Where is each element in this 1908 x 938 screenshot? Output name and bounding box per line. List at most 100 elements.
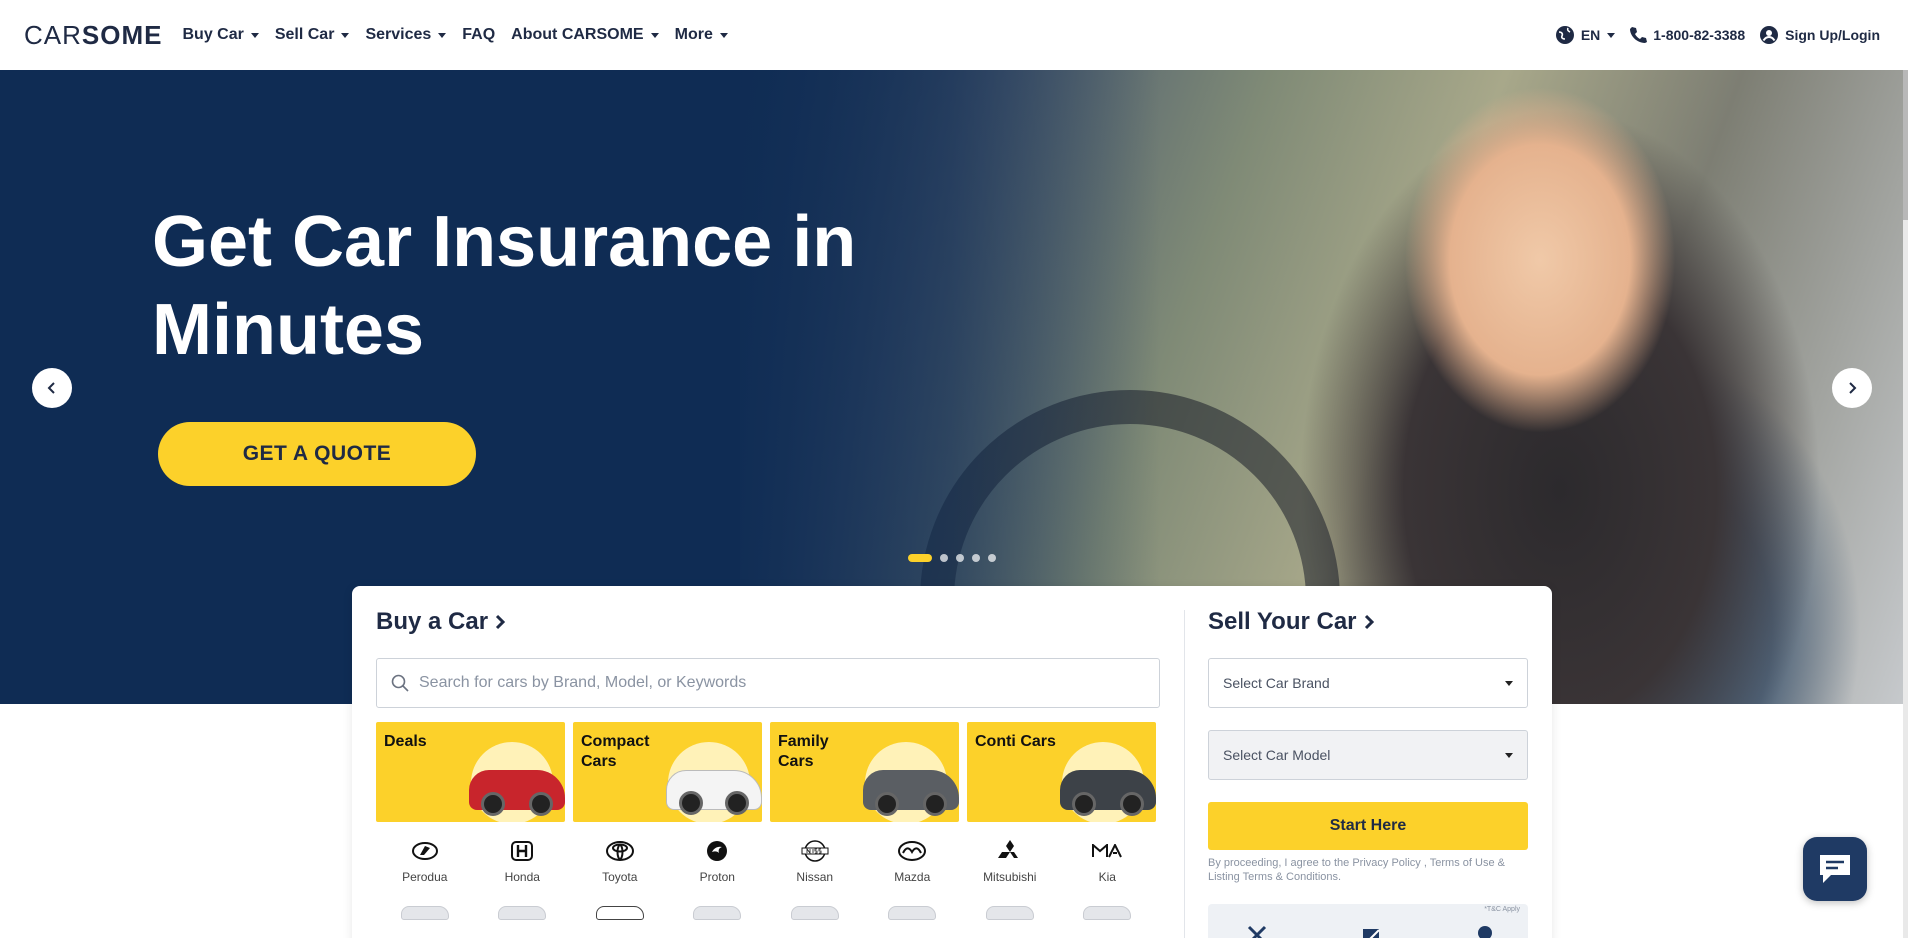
nav-buy-car[interactable]: Buy Car — [182, 26, 259, 44]
car-brand-select-value: Select Car Brand — [1223, 675, 1330, 691]
brand-name: Kia — [1098, 870, 1116, 884]
chevron-down-icon — [650, 32, 659, 38]
sell-your-car-link[interactable]: Sell Your Car — [1208, 608, 1528, 636]
chevron-down-icon — [438, 32, 447, 38]
car-model-thumbnail[interactable] — [766, 906, 864, 920]
category-label: Compact Cars — [581, 733, 650, 770]
chevron-down-icon — [341, 32, 350, 38]
login-label: Sign Up/Login — [1785, 27, 1880, 43]
carousel-dot-4[interactable] — [972, 554, 980, 562]
brand-proton[interactable]: Proton — [669, 840, 767, 884]
buy-car-panel: Buy a Car Deals Compact Cars Family Cars — [376, 608, 1160, 920]
chevron-down-icon — [1607, 32, 1616, 38]
honda-icon — [507, 840, 537, 862]
search-icon — [391, 674, 409, 692]
carousel-dot-2[interactable] — [940, 554, 948, 562]
chat-icon — [1820, 855, 1850, 883]
category-label: Family Cars — [778, 733, 829, 770]
brand-name: Honda — [504, 870, 540, 884]
car-brand-select[interactable]: Select Car Brand — [1208, 658, 1528, 708]
car-model-thumbnail[interactable] — [474, 906, 572, 920]
chevron-down-icon — [250, 32, 259, 38]
chevron-left-icon — [47, 382, 55, 394]
category-deals[interactable]: Deals — [376, 722, 565, 822]
car-search-box[interactable] — [376, 658, 1160, 708]
car-model-thumbnail[interactable] — [376, 906, 474, 920]
brand-mitsubishi[interactable]: Mitsubishi — [961, 840, 1059, 884]
money-icon — [1474, 924, 1496, 938]
nav-more[interactable]: More — [675, 26, 728, 44]
scrollbar-thumb[interactable] — [1903, 70, 1908, 220]
brand-list: Perodua Honda Toyota Proton Nissan Mazda — [376, 840, 1156, 884]
carousel-dot-3[interactable] — [956, 554, 964, 562]
brand-honda[interactable]: Honda — [474, 840, 572, 884]
toyota-icon — [605, 840, 635, 862]
nav-sell-car[interactable]: Sell Car — [275, 26, 350, 44]
category-family-cars[interactable]: Family Cars — [770, 722, 959, 822]
brand-name: Nissan — [796, 870, 834, 884]
carousel-indicators — [908, 554, 996, 562]
brand-perodua[interactable]: Perodua — [376, 840, 474, 884]
category-label: Conti Cars — [975, 733, 1056, 750]
proton-icon — [702, 840, 732, 862]
globe-icon — [1555, 26, 1574, 44]
tools-icon — [1246, 924, 1268, 938]
terms-notice: By proceeding, I agree to the Privacy Po… — [1208, 856, 1528, 884]
mitsubishi-icon — [995, 840, 1025, 862]
car-thumbnail — [469, 770, 565, 816]
panel-divider — [1184, 610, 1185, 938]
terms-suffix: . — [1338, 871, 1342, 883]
search-card: Buy a Car Deals Compact Cars Family Cars — [352, 586, 1552, 938]
phone-icon — [1630, 27, 1648, 43]
car-model-thumbnail[interactable] — [961, 906, 1059, 920]
carousel-next-button[interactable] — [1832, 368, 1872, 408]
carousel-dot-1[interactable] — [908, 554, 932, 562]
start-here-button[interactable]: Start Here — [1208, 802, 1528, 850]
chevron-right-icon — [1364, 614, 1374, 630]
language-label: EN — [1580, 27, 1601, 43]
terms-prefix: By proceeding, I agree to the — [1208, 857, 1350, 869]
dropdown-arrow-icon — [1505, 680, 1513, 686]
chat-support-button[interactable] — [1803, 837, 1867, 901]
nav-services[interactable]: Services — [365, 26, 447, 44]
phone-link[interactable]: 1-800-82-3388 — [1629, 26, 1745, 44]
tc-apply-note: *T&C Apply — [1484, 906, 1520, 913]
brand-kia[interactable]: Kia — [1059, 840, 1157, 884]
nissan-icon — [800, 840, 830, 862]
carousel-dot-5[interactable] — [988, 554, 996, 562]
language-selector[interactable]: EN — [1555, 25, 1616, 45]
nav-about[interactable]: About CARSOME — [511, 26, 659, 44]
car-model-select-value: Select Car Model — [1223, 747, 1331, 763]
nav-faq[interactable]: FAQ — [462, 26, 495, 44]
car-search-input[interactable] — [419, 674, 1119, 692]
brand-toyota[interactable]: Toyota — [571, 840, 669, 884]
car-model-thumbnail[interactable] — [864, 906, 962, 920]
brand-name: Proton — [699, 870, 735, 884]
buy-a-car-link[interactable]: Buy a Car — [376, 608, 1156, 636]
brand-name: Toyota — [602, 870, 638, 884]
car-model-thumbnail[interactable] — [1059, 906, 1157, 920]
category-compact-cars[interactable]: Compact Cars — [573, 722, 762, 822]
document-icon — [1360, 924, 1382, 938]
top-navbar: CARSOME Buy Car Sell Car Services FAQ Ab… — [0, 0, 1908, 70]
terms-separator: , — [1423, 857, 1427, 869]
category-conti-cars[interactable]: Conti Cars — [967, 722, 1156, 822]
sell-benefits-banner: *T&C Apply — [1208, 904, 1528, 938]
privacy-policy-link[interactable]: Privacy Policy — [1352, 857, 1420, 869]
login-link[interactable]: Sign Up/Login — [1759, 25, 1880, 45]
chevron-right-icon — [495, 614, 506, 630]
carsome-logo[interactable]: CARSOME — [24, 20, 162, 51]
car-thumbnail — [666, 770, 762, 815]
brand-mazda[interactable]: Mazda — [864, 840, 962, 884]
car-model-thumbnail[interactable] — [571, 906, 669, 920]
car-thumbnail — [863, 770, 959, 816]
car-model-thumbnail[interactable] — [669, 906, 767, 920]
dropdown-arrow-icon — [1505, 752, 1513, 758]
brand-nissan[interactable]: Nissan — [766, 840, 864, 884]
car-model-select[interactable]: Select Car Model — [1208, 730, 1528, 780]
category-tiles: Deals Compact Cars Family Cars Conti Car… — [376, 722, 1156, 822]
user-icon — [1760, 26, 1779, 44]
get-a-quote-button[interactable]: GET A QUOTE — [158, 422, 476, 486]
sell-your-car-title: Sell Your Car — [1208, 608, 1357, 635]
carousel-prev-button[interactable] — [32, 368, 72, 408]
